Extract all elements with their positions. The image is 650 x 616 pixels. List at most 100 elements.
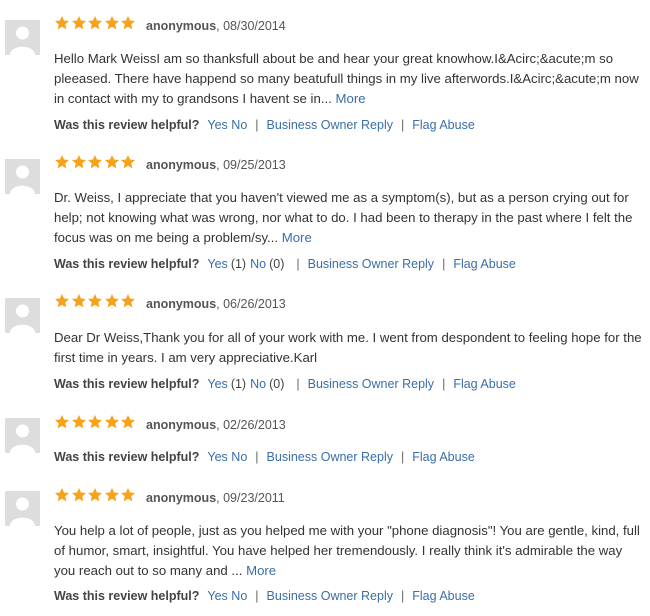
star-icon xyxy=(104,488,119,502)
star-rating xyxy=(54,154,137,172)
review-text-content: Dear Dr Weiss,Thank you for all of your … xyxy=(54,330,642,365)
helpful-yes-link[interactable]: Yes xyxy=(207,118,227,132)
review-text: Dr. Weiss, I appreciate that you haven't… xyxy=(54,188,644,248)
star-icon xyxy=(71,415,86,429)
helpful-no-link[interactable]: No xyxy=(250,377,266,391)
divider: | xyxy=(442,377,446,391)
review-text: Dear Dr Weiss,Thank you for all of your … xyxy=(54,328,644,368)
flag-abuse-link[interactable]: Flag Abuse xyxy=(453,257,516,271)
review-author: anonymous xyxy=(146,491,217,505)
business-owner-reply-link[interactable]: Business Owner Reply xyxy=(308,257,434,271)
business-owner-reply-link[interactable]: Business Owner Reply xyxy=(267,589,393,603)
more-link[interactable]: More xyxy=(336,91,366,106)
helpful-no-link[interactable]: No xyxy=(231,450,247,464)
helpful-yes-count: (1) xyxy=(230,257,247,271)
star-icon xyxy=(55,488,69,502)
helpful-yes-count: (1) xyxy=(230,377,247,391)
review-date: 08/30/2014 xyxy=(223,19,286,33)
divider: | xyxy=(400,589,405,603)
divider: | xyxy=(296,377,300,391)
star-icon xyxy=(88,155,102,169)
star-rating xyxy=(54,15,137,33)
review-date: 06/26/2013 xyxy=(223,297,286,311)
divider: | xyxy=(255,450,259,464)
avatar xyxy=(5,20,40,55)
business-owner-reply-link[interactable]: Business Owner Reply xyxy=(308,377,434,391)
more-link[interactable]: More xyxy=(246,563,276,578)
helpful-no-link[interactable]: No xyxy=(231,589,247,603)
star-icon xyxy=(88,488,102,502)
review-date: 02/26/2013 xyxy=(223,418,286,432)
star-icon xyxy=(88,16,102,30)
star-icon xyxy=(71,155,86,169)
review-actions: Was this review helpful? Yes (1) No (0) | Busi… xyxy=(54,376,516,392)
user-silhouette-icon xyxy=(10,165,35,194)
avatar xyxy=(5,159,40,194)
more-link[interactable]: More xyxy=(282,230,312,245)
review-meta: anonymous, 09/25/2013 xyxy=(146,158,286,172)
review-actions: Was this review helpful? Yes No | Business … xyxy=(54,117,475,133)
star-icon xyxy=(88,415,102,429)
divider: | xyxy=(255,589,259,603)
business-owner-reply-link[interactable]: Business Owner Reply xyxy=(267,118,393,132)
helpful-question: Was this review helpful? xyxy=(54,257,200,271)
review-meta: anonymous, 02/26/2013 xyxy=(146,418,286,432)
star-icon xyxy=(121,488,135,502)
star-icon xyxy=(55,155,69,169)
star-icon xyxy=(104,155,119,169)
review-author: anonymous xyxy=(146,158,217,172)
review-text-content: Dr. Weiss, I appreciate that you haven't… xyxy=(54,190,633,245)
review-author: anonymous xyxy=(146,418,217,432)
divider: | xyxy=(400,118,405,132)
user-silhouette-icon xyxy=(10,26,35,55)
divider: | xyxy=(442,257,446,271)
review-actions: Was this review helpful? Yes No | Business … xyxy=(54,449,475,465)
review-text: You help a lot of people, just as you he… xyxy=(54,521,644,581)
star-icon xyxy=(71,16,86,30)
star-icon xyxy=(121,155,135,169)
star-icon xyxy=(121,294,135,308)
divider: | xyxy=(255,118,259,132)
flag-abuse-link[interactable]: Flag Abuse xyxy=(412,589,475,603)
helpful-no-count: (0) xyxy=(269,257,285,271)
user-silhouette-icon xyxy=(10,497,35,526)
star-icon xyxy=(55,16,69,30)
review-text: Hello Mark WeissI am so thanksfull about… xyxy=(54,49,644,109)
star-icon xyxy=(121,415,135,429)
avatar xyxy=(5,491,40,526)
review-text-content: You help a lot of people, just as you he… xyxy=(54,523,640,578)
review-author: anonymous xyxy=(146,19,217,33)
avatar xyxy=(5,418,40,453)
helpful-question: Was this review helpful? xyxy=(54,118,200,132)
user-silhouette-icon xyxy=(10,304,35,333)
flag-abuse-link[interactable]: Flag Abuse xyxy=(453,377,516,391)
business-owner-reply-link[interactable]: Business Owner Reply xyxy=(267,450,393,464)
star-icon xyxy=(71,294,86,308)
review-actions: Was this review helpful? Yes (1) No (0) | Busi… xyxy=(54,256,516,272)
divider: | xyxy=(400,450,405,464)
helpful-no-link[interactable]: No xyxy=(231,118,247,132)
star-icon xyxy=(104,415,119,429)
helpful-no-link[interactable]: No xyxy=(250,257,266,271)
review-actions: Was this review helpful? Yes No | Business … xyxy=(54,588,475,604)
avatar xyxy=(5,298,40,333)
star-icon xyxy=(55,415,69,429)
helpful-yes-link[interactable]: Yes xyxy=(207,450,227,464)
helpful-yes-link[interactable]: Yes xyxy=(207,257,227,271)
user-silhouette-icon xyxy=(10,424,35,453)
star-icon xyxy=(104,294,119,308)
review-meta: anonymous, 09/23/2011 xyxy=(146,491,285,505)
review-date: 09/23/2011 xyxy=(223,491,285,505)
flag-abuse-link[interactable]: Flag Abuse xyxy=(412,118,475,132)
star-icon xyxy=(104,16,119,30)
star-icon xyxy=(88,294,102,308)
flag-abuse-link[interactable]: Flag Abuse xyxy=(412,450,475,464)
review-meta: anonymous, 06/26/2013 xyxy=(146,297,286,311)
helpful-yes-link[interactable]: Yes xyxy=(207,589,227,603)
divider: | xyxy=(296,257,300,271)
helpful-question: Was this review helpful? xyxy=(54,377,200,391)
star-icon xyxy=(71,488,86,502)
helpful-yes-link[interactable]: Yes xyxy=(207,377,227,391)
star-icon xyxy=(121,16,135,30)
review-date: 09/25/2013 xyxy=(223,158,286,172)
